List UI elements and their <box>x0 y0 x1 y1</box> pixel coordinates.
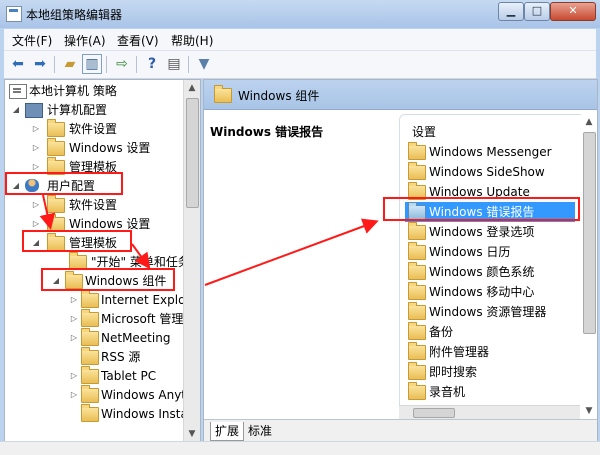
folder-icon <box>408 302 426 320</box>
menu-help[interactable]: 帮助(H) <box>171 32 213 49</box>
toolbar-separator <box>106 56 107 73</box>
selected-setting-title: Windows 错误报告 <box>210 125 324 139</box>
collapsed-triangle-icon[interactable]: ▷ <box>31 195 41 215</box>
folder-icon <box>408 242 426 260</box>
scrollbar-thumb[interactable] <box>583 132 596 334</box>
scrollbar-thumb[interactable] <box>186 98 199 208</box>
details-pane: Windows 组件 Windows 错误报告 设置 Windows Messe… <box>203 79 598 443</box>
highlight-error-reporting <box>383 197 580 221</box>
window-title: 本地组策略编辑器 <box>26 8 123 22</box>
folder-icon <box>408 262 426 280</box>
column-header-setting[interactable]: 设置 <box>412 123 436 140</box>
folder-icon <box>408 342 426 360</box>
folder-icon <box>81 385 99 403</box>
collapsed-triangle-icon[interactable]: ▷ <box>31 119 41 139</box>
menu-file[interactable]: 文件(F) <box>12 32 52 49</box>
console-tree[interactable]: 本地计算机 策略 ◢ 计算机配置 ▷ 软件设置 ▷ Windows 设置 ▷ 管… <box>4 79 201 443</box>
collapsed-triangle-icon[interactable]: ▷ <box>69 290 79 310</box>
back-arrow-icon[interactable]: ⬅ <box>8 54 28 74</box>
export-list-icon[interactable]: ⇨ <box>112 54 132 74</box>
folder-icon <box>408 382 426 400</box>
gpedit-window: 本地组策略编辑器 ▁ □ ✕ 文件(F) 操作(A) 查看(V) 帮助(H) ⬅… <box>0 0 600 455</box>
tab-standard[interactable]: 标准 <box>244 422 276 440</box>
tree-scrollbar[interactable]: ▲ ▼ <box>183 80 200 442</box>
expanded-triangle-icon[interactable]: ◢ <box>11 100 21 120</box>
scroll-down-arrow-icon[interactable]: ▼ <box>581 403 597 419</box>
highlight-admin-templates <box>22 230 132 252</box>
toolbar-separator <box>136 56 137 73</box>
close-button[interactable]: ✕ <box>550 2 596 21</box>
menu-action[interactable]: 操作(A) <box>64 32 106 49</box>
folder-icon <box>408 282 426 300</box>
folder-icon <box>408 222 426 240</box>
scrollbar-thumb[interactable] <box>413 408 455 418</box>
forward-arrow-icon[interactable]: ➡ <box>30 54 50 74</box>
toolbar: ⬅ ➡ ▰ ▥ ⇨ ? ▤ ▼ <box>4 50 596 79</box>
collapsed-triangle-icon[interactable]: ▷ <box>69 328 79 348</box>
properties-icon[interactable]: ▤ <box>164 54 184 74</box>
collapsed-triangle-icon[interactable]: ▷ <box>69 309 79 329</box>
folder-icon <box>214 85 232 103</box>
show-hide-tree-icon[interactable]: ▥ <box>82 54 102 74</box>
scroll-up-arrow-icon[interactable]: ▲ <box>184 80 200 96</box>
collapsed-triangle-icon[interactable]: ▷ <box>69 366 79 386</box>
folder-icon <box>81 404 99 422</box>
up-folder-icon[interactable]: ▰ <box>60 54 80 74</box>
collapsed-triangle-icon[interactable]: ▷ <box>69 385 79 405</box>
menu-view[interactable]: 查看(V) <box>117 32 159 49</box>
list-vertical-scrollbar[interactable]: ▲ ▼ <box>581 114 597 419</box>
settings-list[interactable]: 设置 Windows Messenger Windows SideShow Wi… <box>399 114 581 420</box>
folder-icon <box>47 119 65 137</box>
maximize-button[interactable]: □ <box>524 2 550 21</box>
tab-extended[interactable]: 扩展 <box>210 422 245 441</box>
folder-icon <box>408 362 426 380</box>
status-bar <box>0 441 600 455</box>
list-horizontal-scrollbar[interactable] <box>399 405 580 419</box>
folder-icon <box>47 138 65 156</box>
title-bar[interactable]: 本地组策略编辑器 ▁ □ ✕ <box>0 0 600 28</box>
folder-icon <box>81 366 99 384</box>
scroll-down-arrow-icon[interactable]: ▼ <box>184 426 200 442</box>
minimize-button[interactable]: ▁ <box>498 2 524 21</box>
highlight-user-config <box>5 172 123 195</box>
filter-icon[interactable]: ▼ <box>194 54 214 74</box>
policy-icon <box>9 84 27 99</box>
folder-icon <box>408 322 426 340</box>
menu-bar: 文件(F) 操作(A) 查看(V) 帮助(H) <box>4 29 596 50</box>
folder-icon <box>47 195 65 213</box>
folder-icon <box>81 328 99 346</box>
help-icon[interactable]: ? <box>142 54 162 74</box>
app-icon <box>6 6 22 22</box>
view-tabs: 扩展 标准 <box>204 419 597 442</box>
collapsed-triangle-icon[interactable]: ▷ <box>31 138 41 158</box>
details-header: Windows 组件 <box>204 80 597 110</box>
folder-icon <box>81 347 99 365</box>
scroll-up-arrow-icon[interactable]: ▲ <box>581 114 597 130</box>
folder-icon <box>81 290 99 308</box>
folder-icon <box>408 142 426 160</box>
toolbar-separator <box>188 56 189 73</box>
folder-icon <box>81 309 99 327</box>
computer-icon <box>25 103 43 118</box>
toolbar-separator <box>54 56 55 73</box>
folder-icon <box>408 162 426 180</box>
highlight-windows-components <box>41 268 175 291</box>
